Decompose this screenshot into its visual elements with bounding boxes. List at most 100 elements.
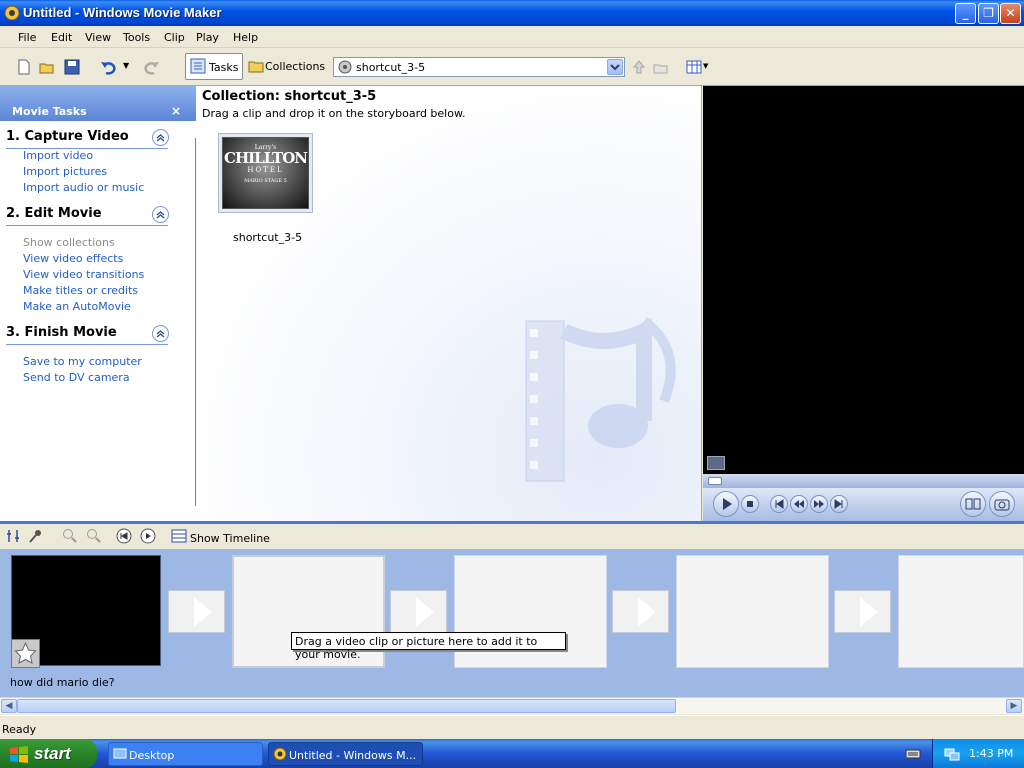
import-video-link[interactable]: Import video	[23, 149, 93, 162]
taskbar-desktop[interactable]: Desktop	[108, 742, 263, 766]
collection-area: Collection: shortcut_3-5 Drag a clip and…	[196, 86, 702, 521]
collections-folder-icon	[248, 61, 264, 73]
play-storyboard-icon[interactable]	[140, 528, 156, 544]
start-button[interactable]: start	[0, 739, 97, 768]
storyboard-scrollbar[interactable]: ◀ ▶	[0, 697, 1024, 714]
collections-label: Collections	[265, 60, 326, 73]
storyboard-clip-label: how did mario die?	[10, 676, 115, 689]
transition-slot[interactable]	[390, 590, 447, 633]
collection-select[interactable]: shortcut_3-5	[333, 57, 625, 77]
storyboard-tooltip: Drag a video clip or picture here to add…	[291, 632, 566, 661]
thumb-line3: HOTEL	[247, 166, 284, 174]
tasks-button[interactable]: Tasks	[185, 53, 243, 80]
transition-slot[interactable]	[168, 590, 225, 633]
menu-tools[interactable]: Tools	[123, 31, 150, 44]
import-pictures-link[interactable]: Import pictures	[23, 165, 107, 178]
transition-slot[interactable]	[834, 590, 891, 633]
new-folder-icon[interactable]	[653, 59, 669, 75]
storyboard-slot-5[interactable]	[898, 555, 1024, 668]
save-to-computer-link[interactable]: Save to my computer	[23, 355, 142, 368]
undo-dropdown-icon[interactable]: ▼	[123, 61, 129, 70]
play-button[interactable]	[713, 491, 739, 517]
keyboard-icon[interactable]	[905, 747, 921, 761]
take-picture-button[interactable]	[989, 491, 1015, 517]
window-title: Untitled - Windows Movie Maker	[23, 5, 222, 20]
undo-icon[interactable]	[100, 59, 116, 75]
stop-button[interactable]	[741, 495, 759, 513]
seek-thumb[interactable]	[708, 477, 722, 485]
system-tray: 1:43 PM	[932, 739, 1024, 768]
scroll-left-icon[interactable]: ◀	[1, 699, 17, 713]
status-text: Ready	[2, 723, 37, 736]
menu-view[interactable]: View	[85, 31, 111, 44]
minimize-button[interactable]: _	[955, 3, 976, 24]
zoom-in-icon[interactable]	[62, 528, 78, 544]
views-icon[interactable]	[686, 59, 702, 75]
set-audio-levels-icon[interactable]	[5, 528, 21, 544]
clip-label[interactable]: shortcut_3-5	[233, 231, 302, 244]
tasks-list-icon	[190, 58, 206, 74]
title-bar[interactable]: Untitled - Windows Movie Maker _ ❐ ✕	[0, 0, 1024, 26]
previous-frame-button[interactable]	[770, 495, 788, 513]
show-timeline-button[interactable]: Show Timeline	[190, 532, 270, 545]
collection-film-icon	[338, 60, 352, 74]
scroll-right-icon[interactable]: ▶	[1006, 699, 1022, 713]
movie-maker-app-icon	[4, 5, 20, 21]
chevron-down-icon[interactable]	[607, 59, 623, 75]
view-video-transitions-link[interactable]: View video transitions	[23, 268, 144, 281]
menu-file[interactable]: File	[18, 31, 36, 44]
narrate-timeline-icon[interactable]	[28, 528, 44, 544]
menu-clip[interactable]: Clip	[164, 31, 185, 44]
menu-play[interactable]: Play	[196, 31, 219, 44]
views-dropdown-icon[interactable]: ▼	[703, 62, 708, 70]
rewind-button[interactable]	[790, 495, 808, 513]
section-edit-movie[interactable]: 2. Edit Movie	[6, 206, 102, 221]
desktop-icon	[113, 748, 127, 759]
rewind-storyboard-icon[interactable]	[116, 528, 132, 544]
fullscreen-icon[interactable]	[707, 456, 725, 470]
taskbar-clock[interactable]: 1:43 PM	[969, 747, 1013, 760]
section-capture-video[interactable]: 1. Capture Video	[6, 129, 129, 144]
movie-tasks-title: Movie Tasks	[12, 105, 87, 118]
toolbar: ▼ Tasks Collections shortcut_3-5 ▼	[0, 48, 1024, 86]
redo-icon[interactable]	[144, 59, 160, 75]
taskbar-movie-maker[interactable]: Untitled - Windows M...	[268, 742, 423, 766]
scrollbar-thumb[interactable]	[17, 699, 676, 713]
close-icon[interactable]: ×	[171, 104, 181, 118]
collapse-chevron-icon[interactable]	[152, 325, 169, 342]
fast-forward-button[interactable]	[810, 495, 828, 513]
tasks-label: Tasks	[209, 61, 239, 74]
save-project-icon[interactable]	[64, 59, 80, 75]
collections-button[interactable]: Collections	[246, 53, 326, 80]
maximize-button[interactable]: ❐	[978, 3, 999, 24]
up-level-icon[interactable]	[631, 59, 647, 75]
storyboard-slot-4[interactable]	[676, 555, 829, 668]
collapse-chevron-icon[interactable]	[152, 129, 169, 146]
open-project-icon[interactable]	[39, 59, 55, 75]
next-frame-button[interactable]	[830, 495, 848, 513]
collection-select-value: shortcut_3-5	[356, 61, 426, 74]
seek-bar[interactable]	[703, 474, 1024, 488]
storyboard-toolbar: Show Timeline	[0, 521, 1024, 549]
split-clip-button[interactable]	[960, 491, 986, 517]
import-audio-link[interactable]: Import audio or music	[23, 181, 144, 194]
network-icon[interactable]	[943, 746, 961, 762]
view-video-effects-link[interactable]: View video effects	[23, 252, 123, 265]
new-project-icon[interactable]	[16, 59, 32, 75]
zoom-out-icon[interactable]	[86, 528, 102, 544]
section-finish-movie[interactable]: 3. Finish Movie	[6, 325, 117, 340]
make-automovie-link[interactable]: Make an AutoMovie	[23, 300, 131, 313]
collapse-chevron-icon[interactable]	[152, 206, 169, 223]
transition-slot[interactable]	[612, 590, 669, 633]
clip-thumbnail[interactable]: Larry's CHILLTON HOTEL MARIO STAGE 5	[218, 133, 313, 213]
send-to-dv-camera-link[interactable]: Send to DV camera	[23, 371, 130, 384]
close-button[interactable]: ✕	[1000, 3, 1021, 24]
menu-edit[interactable]: Edit	[51, 31, 72, 44]
show-collections-link: Show collections	[23, 236, 115, 249]
effect-star-icon[interactable]	[11, 639, 40, 668]
make-titles-link[interactable]: Make titles or credits	[23, 284, 138, 297]
storyboard-slot-3[interactable]	[454, 555, 607, 668]
timeline-icon[interactable]	[171, 528, 187, 544]
menu-help[interactable]: Help	[233, 31, 258, 44]
preview-monitor	[703, 86, 1024, 521]
